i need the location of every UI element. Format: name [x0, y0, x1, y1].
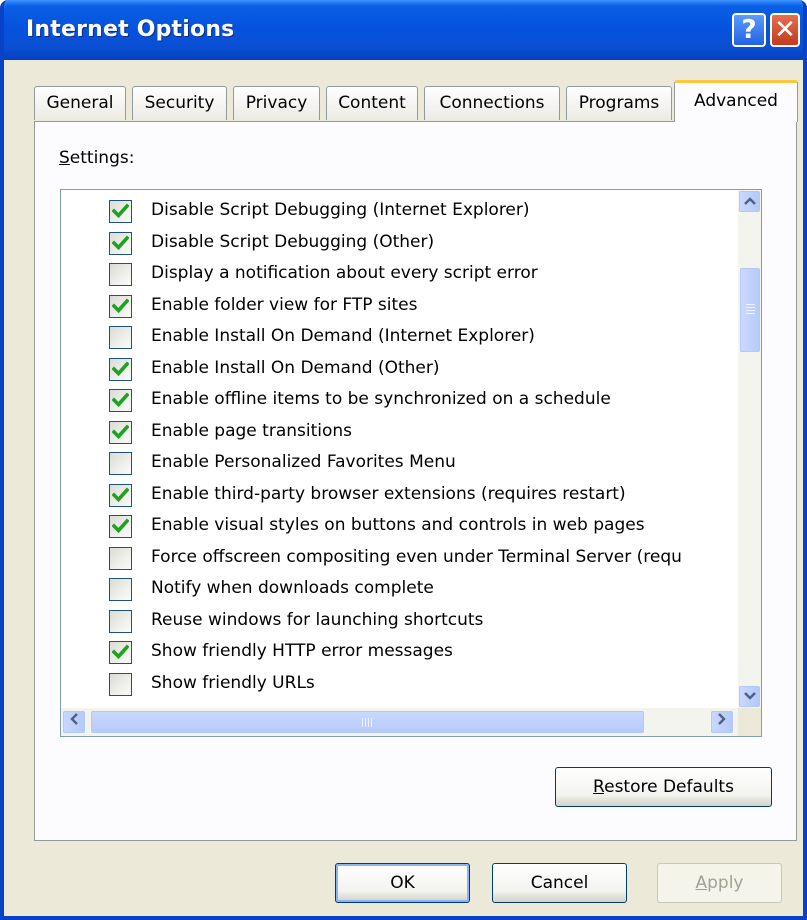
checkmark-icon: [112, 234, 129, 250]
scroll-up-button[interactable]: [739, 191, 760, 212]
setting-checkbox[interactable]: [109, 420, 132, 444]
setting-checkbox[interactable]: [109, 452, 132, 475]
tab-advanced[interactable]: Advanced: [674, 80, 798, 122]
setting-checkbox[interactable]: [109, 672, 132, 696]
horizontal-scroll-thumb[interactable]: [91, 711, 644, 733]
checkmark-icon: [112, 486, 129, 502]
checkmark-icon: [112, 392, 129, 408]
close-button[interactable]: ✕: [770, 13, 800, 47]
scroll-down-button[interactable]: [739, 686, 760, 707]
setting-checkbox[interactable]: [109, 231, 132, 255]
setting-checkbox[interactable]: [109, 389, 132, 412]
restore-defaults-button[interactable]: Restore Defaults: [555, 767, 772, 807]
apply-accesskey: A: [695, 873, 708, 893]
chevron-right-icon: [718, 713, 726, 725]
setting-checkbox[interactable]: [109, 515, 132, 538]
tab-security[interactable]: Security: [132, 86, 227, 120]
setting-checkbox[interactable]: [109, 546, 132, 570]
settings-label-text: ettings:: [69, 148, 135, 168]
vertical-scrollbar[interactable]: [738, 190, 761, 708]
setting-label: Reuse windows for launching shortcuts: [151, 609, 484, 630]
chevron-up-icon: [743, 197, 756, 205]
setting-checkbox[interactable]: [109, 200, 132, 223]
setting-checkbox[interactable]: [109, 326, 132, 349]
setting-checkbox[interactable]: [109, 578, 132, 601]
chevron-left-icon: [70, 713, 78, 725]
setting-label: Show friendly HTTP error messages: [151, 641, 453, 661]
setting-label: Enable Install On Demand (Internet Explo…: [151, 326, 535, 346]
apply-label: pply: [707, 873, 744, 893]
tab-privacy[interactable]: Privacy: [233, 86, 320, 120]
setting-label: Enable third-party browser extensions (r…: [151, 483, 626, 504]
setting-label: Disable Script Debugging (Other): [151, 231, 435, 252]
tab-programs[interactable]: Programs: [566, 86, 672, 120]
setting-checkbox[interactable]: [109, 483, 132, 507]
settings-label-accesskey: S: [59, 148, 70, 168]
title-bar[interactable]: Internet Options ? ✕: [4, 0, 803, 60]
restore-accesskey: R: [593, 777, 605, 797]
window-title: Internet Options: [26, 17, 235, 42]
checkmark-icon: [112, 644, 129, 660]
vertical-scroll-thumb[interactable]: [740, 268, 760, 352]
setting-label: Enable Install On Demand (Other): [151, 357, 440, 378]
setting-label: Enable visual styles on buttons and cont…: [151, 515, 645, 535]
apply-button[interactable]: Apply: [657, 863, 782, 903]
tab-connections[interactable]: Connections: [424, 86, 560, 120]
tab-general[interactable]: General: [34, 86, 126, 120]
setting-label: Show friendly URLs: [151, 672, 315, 693]
checkmark-icon: [112, 423, 129, 439]
cancel-button[interactable]: Cancel: [492, 863, 627, 903]
help-button[interactable]: ?: [732, 13, 766, 47]
setting-checkbox[interactable]: [109, 641, 132, 664]
setting-label: Force offscreen compositing even under T…: [151, 546, 682, 567]
setting-label: Enable Personalized Favorites Menu: [151, 452, 456, 472]
horizontal-scrollbar[interactable]: [61, 708, 738, 736]
setting-label: Enable offline items to be synchronized …: [151, 389, 611, 409]
setting-label: Enable page transitions: [151, 420, 353, 441]
setting-checkbox[interactable]: [109, 609, 132, 633]
tab-content[interactable]: Content: [326, 86, 418, 120]
internet-options-window: Internet Options ? ✕ General Security Pr…: [0, 0, 807, 920]
chevron-down-icon: [743, 692, 756, 700]
setting-label: Display a notification about every scrip…: [151, 263, 538, 283]
setting-checkbox[interactable]: [109, 357, 132, 381]
setting-checkbox[interactable]: [109, 294, 132, 318]
settings-label: Settings:: [59, 148, 134, 168]
setting-checkbox[interactable]: [109, 263, 132, 286]
setting-label: Notify when downloads complete: [151, 578, 434, 598]
checkmark-icon: [112, 297, 129, 313]
advanced-panel: Settings: Disable Script Debugging (Inte…: [34, 121, 797, 841]
tab-strip: General Security Privacy Content Connect…: [34, 80, 803, 122]
scroll-left-button[interactable]: [63, 711, 85, 733]
restore-label: estore Defaults: [604, 777, 734, 797]
scroll-corner: [738, 708, 761, 736]
scroll-right-button[interactable]: [711, 711, 733, 733]
checkmark-icon: [112, 360, 129, 376]
checkmark-icon: [112, 518, 129, 534]
setting-label: Disable Script Debugging (Internet Explo…: [151, 200, 530, 220]
checkmark-icon: [112, 203, 129, 219]
ok-button[interactable]: OK: [335, 863, 470, 903]
settings-list[interactable]: Disable Script Debugging (Internet Explo…: [60, 189, 762, 737]
setting-label: Enable folder view for FTP sites: [151, 294, 418, 315]
